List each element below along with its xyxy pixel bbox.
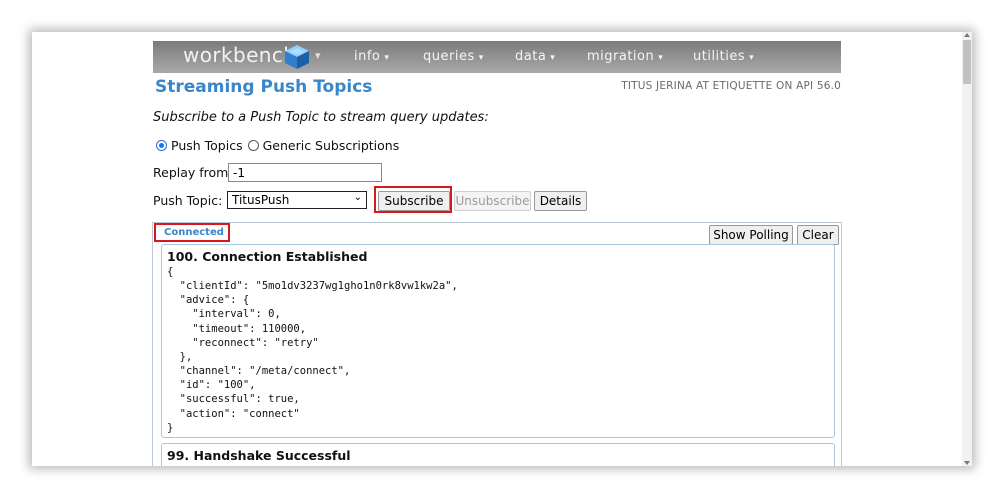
json-line: "clientId": "5mo1dv3237wg1gho1n0rk8vw1kw… <box>167 280 458 293</box>
json-line: "id": "100", <box>167 379 256 392</box>
chevron-down-icon: ▾ <box>658 53 664 63</box>
intro-text: Subscribe to a Push Topic to stream quer… <box>153 110 489 125</box>
unsubscribe-button[interactable]: Unsubscribe <box>454 191 531 211</box>
chevron-down-icon: ⌄ <box>353 192 362 203</box>
page-scrollbar[interactable] <box>962 32 972 466</box>
nav-data[interactable]: data ▾ <box>515 49 555 64</box>
replay-from-input[interactable] <box>228 163 382 182</box>
nav-queries-label: queries <box>423 49 475 64</box>
browser-viewport: workbench ▾ info ▾ queries ▾ data ▾ migrati… <box>32 32 972 466</box>
nav-queries[interactable]: queries ▾ <box>423 49 484 64</box>
nav-migration[interactable]: migration ▾ <box>587 49 663 64</box>
chevron-down-icon: ▾ <box>478 53 484 63</box>
nav-utilities[interactable]: utilities ▾ <box>693 49 754 64</box>
clear-button[interactable]: Clear <box>797 225 839 245</box>
replay-from-label: Replay from: <box>153 165 233 180</box>
message-title: 99. Handshake Successful <box>167 448 351 463</box>
nav-info-label: info <box>354 49 381 64</box>
json-line: { <box>167 266 174 278</box>
json-line: "channel": "/meta/connect", <box>167 365 351 378</box>
subscription-mode: Push Topics Generic Subscriptions <box>156 138 399 153</box>
nav-utilities-label: utilities <box>693 49 746 64</box>
json-line: } <box>167 421 174 434</box>
push-topics-label[interactable]: Push Topics <box>171 138 243 153</box>
json-line: { <box>167 464 173 466</box>
cube-icon <box>285 45 309 69</box>
push-topic-selected-value: TitusPush <box>232 193 290 207</box>
page-title: Streaming Push Topics <box>155 77 373 97</box>
push-topic-label: Push Topic: <box>153 193 223 208</box>
scroll-up-icon[interactable] <box>964 33 970 37</box>
scrollbar-thumb[interactable] <box>963 40 971 84</box>
nav-data-label: data <box>515 49 547 64</box>
chevron-down-icon[interactable]: ▾ <box>315 49 321 62</box>
show-polling-button[interactable]: Show Polling <box>709 225 793 245</box>
subscribe-highlight <box>374 186 452 213</box>
workbench-navbar: workbench ▾ info ▾ queries ▾ data ▾ migrati… <box>153 41 841 73</box>
user-info: TITUS JERINA AT ETIQUETTE ON API 56.0 <box>621 80 841 92</box>
json-line: "advice": { <box>167 294 250 307</box>
json-line: "interval": 0, <box>167 308 281 321</box>
nav-info[interactable]: info ▾ <box>354 49 389 64</box>
push-topic-select[interactable]: TitusPush ⌄ <box>227 191 367 209</box>
stream-output-panel: Connected Show Polling Clear 100. Connec… <box>152 222 842 466</box>
json-line: }, <box>167 350 193 363</box>
generic-subscriptions-radio[interactable] <box>247 140 259 151</box>
message-json: { <box>167 464 173 466</box>
message-json: { "clientId": "5mo1dv3237wg1gho1n0rk8vw1… <box>167 265 458 435</box>
json-line: "successful": true, <box>167 393 300 406</box>
nav-migration-label: migration <box>587 49 655 64</box>
scroll-down-icon[interactable] <box>964 461 970 465</box>
stream-message: 99. Handshake Successful { <box>161 443 835 466</box>
details-button[interactable]: Details <box>534 191 587 211</box>
generic-subscriptions-label[interactable]: Generic Subscriptions <box>263 138 400 153</box>
message-title: 100. Connection Established <box>167 249 368 264</box>
push-topics-radio[interactable] <box>156 140 167 151</box>
json-line: "action": "connect" <box>167 407 300 420</box>
stream-message: 100. Connection Established { "clientId"… <box>161 244 835 438</box>
status-highlight <box>154 223 230 242</box>
chevron-down-icon: ▾ <box>550 53 556 63</box>
chevron-down-icon: ▾ <box>384 53 390 63</box>
chevron-down-icon: ▾ <box>749 53 755 63</box>
json-line: "timeout": 110000, <box>167 322 307 335</box>
json-line: "reconnect": "retry" <box>167 336 319 349</box>
workbench-logo[interactable]: workbench <box>183 43 296 67</box>
